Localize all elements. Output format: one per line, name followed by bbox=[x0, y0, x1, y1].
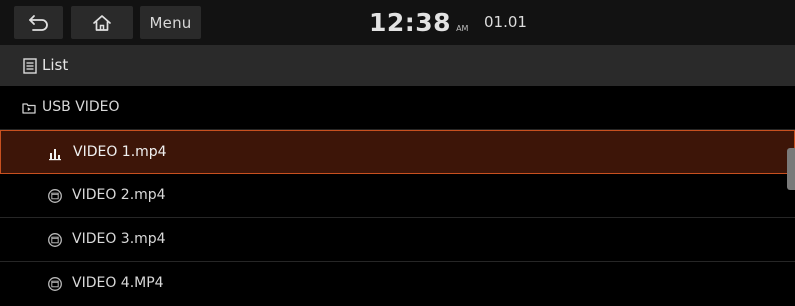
video-file-icon bbox=[48, 189, 62, 203]
clock-ampm: AM bbox=[456, 24, 469, 33]
clock-time: 12:38 bbox=[369, 8, 452, 37]
file-list: USB VIDEO VIDEO 1.mp4 VIDEO 2.mp4 VIDEO … bbox=[0, 86, 795, 306]
list-item-video-3[interactable]: VIDEO 3.mp4 bbox=[0, 218, 795, 262]
list-item-label: VIDEO 4.MP4 bbox=[72, 275, 164, 291]
list-item-video-1[interactable]: VIDEO 1.mp4 bbox=[0, 130, 795, 174]
folder-label: USB VIDEO bbox=[42, 99, 120, 115]
back-arrow-icon bbox=[28, 14, 48, 31]
list-item-label: VIDEO 2.mp4 bbox=[72, 187, 166, 203]
list-item-label: VIDEO 3.mp4 bbox=[72, 231, 166, 247]
date-display: 01.01 bbox=[484, 13, 527, 31]
folder-video-icon bbox=[22, 103, 36, 114]
top-bar: Menu 12:38 AM 01.01 bbox=[0, 0, 795, 45]
home-button[interactable] bbox=[71, 6, 133, 39]
list-item-label: VIDEO 1.mp4 bbox=[73, 144, 167, 160]
playing-equalizer-icon bbox=[49, 149, 61, 161]
folder-row-usb-video[interactable]: USB VIDEO bbox=[0, 86, 795, 130]
list-item-video-2[interactable]: VIDEO 2.mp4 bbox=[0, 174, 795, 218]
menu-button-label: Menu bbox=[149, 13, 192, 32]
page-title: List bbox=[42, 56, 69, 74]
video-file-icon bbox=[48, 233, 62, 247]
video-file-icon bbox=[48, 277, 62, 291]
back-button[interactable] bbox=[14, 6, 63, 39]
menu-button[interactable]: Menu bbox=[140, 6, 201, 39]
list-icon bbox=[23, 58, 37, 74]
list-title-bar: List bbox=[0, 45, 795, 86]
list-item-video-4[interactable]: VIDEO 4.MP4 bbox=[0, 262, 795, 306]
home-icon bbox=[93, 14, 111, 31]
clock: 12:38 AM bbox=[369, 6, 468, 39]
scrollbar-handle[interactable] bbox=[787, 148, 795, 190]
